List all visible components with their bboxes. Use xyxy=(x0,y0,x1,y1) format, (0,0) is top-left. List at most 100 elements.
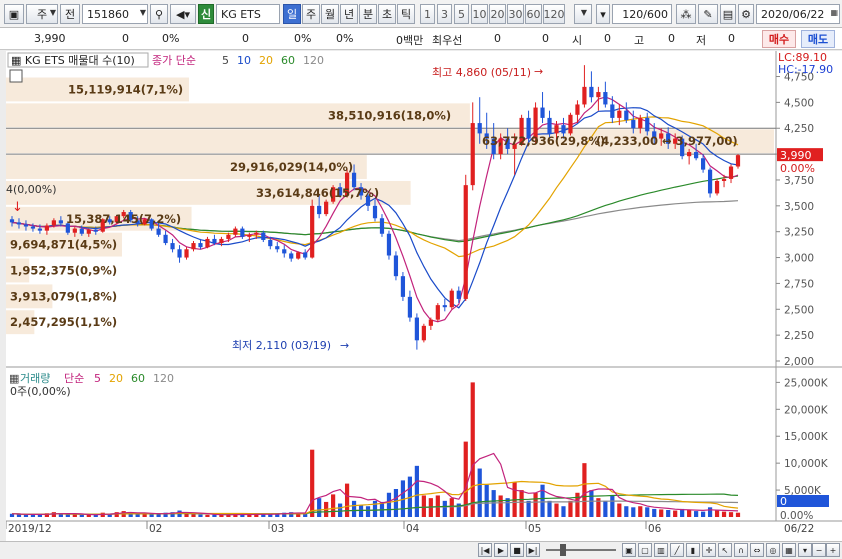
magnet-icon[interactable]: ∩ xyxy=(734,543,748,557)
sell-button[interactable]: 매도 xyxy=(801,30,835,48)
period-tab-2[interactable]: 월 xyxy=(321,4,339,24)
minute-option-30[interactable]: 30 xyxy=(507,4,524,24)
save-icon[interactable]: ▤ xyxy=(720,4,736,24)
scroll-left-icon[interactable]: ▶ xyxy=(494,543,508,557)
arrows-icon[interactable]: ⇔ xyxy=(750,543,764,557)
grid-icon[interactable]: ⁂ xyxy=(676,4,696,24)
volume-bar xyxy=(442,500,447,517)
minute-option-5[interactable]: 5 xyxy=(454,4,469,24)
stop-icon[interactable]: ■ xyxy=(510,543,524,557)
volume-profile-label: 63,772,936(29,8%) xyxy=(482,134,605,148)
period-tab-6[interactable]: 틱 xyxy=(397,4,415,24)
date-field[interactable]: 2020/06/22 ▦ xyxy=(756,4,840,24)
chevron-down-icon[interactable]: ▾ xyxy=(798,543,812,557)
volume-bar xyxy=(421,495,426,517)
ma-legend-20: 20 xyxy=(259,54,273,67)
volume-bar xyxy=(65,514,70,517)
volume-bar xyxy=(37,514,43,517)
speaker-icon[interactable]: ◀▾ xyxy=(170,4,196,24)
high-label: 고 xyxy=(634,34,645,47)
change-3-pct: 0% xyxy=(336,32,354,45)
period-label: 주 xyxy=(36,8,48,21)
volume-panel-title: 거래량 xyxy=(20,372,50,385)
interval-dropdown[interactable]: ▼ xyxy=(574,4,592,24)
scroll-first-icon[interactable]: |◀ xyxy=(478,543,492,557)
layout-icon[interactable]: ▣ xyxy=(622,543,636,557)
chevron-down-icon[interactable]: ▾ xyxy=(596,4,610,24)
volume-bar xyxy=(344,483,350,517)
bars-icon[interactable]: ▮ xyxy=(686,543,700,557)
count-total: /600 xyxy=(643,7,668,21)
search-icon[interactable]: ⚲ xyxy=(150,4,168,24)
candle-body xyxy=(568,114,573,134)
candle-body xyxy=(324,201,329,215)
prev-button[interactable]: 전 xyxy=(60,4,80,24)
chart-area[interactable]: 4,7504,5004,2504,0003,7503,5003,2503,000… xyxy=(5,51,842,541)
window-icon[interactable]: ▣ xyxy=(4,4,24,24)
period-tab-1[interactable]: 주 xyxy=(302,4,320,24)
low-label: 저 xyxy=(696,34,707,47)
low-arrow-icon: → xyxy=(340,339,349,352)
minute-option-120[interactable]: 120 xyxy=(543,4,565,24)
volume-profile-label: 33,614,846(15,7%) xyxy=(256,186,379,200)
period-tab-4[interactable]: 분 xyxy=(359,4,377,24)
vol-legend-prefix: 단순 xyxy=(64,372,84,385)
minute-option-20[interactable]: 20 xyxy=(489,4,506,24)
period-select[interactable]: 주 ▼ xyxy=(26,4,58,24)
volume-bar xyxy=(191,514,196,517)
price-change: 0 xyxy=(122,32,129,45)
minute-option-3[interactable]: 3 xyxy=(437,4,452,24)
volume-pct-label: 0.00% xyxy=(780,510,813,522)
draw-icon[interactable]: ✎ xyxy=(698,4,718,24)
period-tab-5[interactable]: 초 xyxy=(378,4,396,24)
candle-body xyxy=(421,325,426,341)
profile-range-label: (4,233,00 ↔ 3,977,00) xyxy=(596,134,738,148)
candle-body xyxy=(156,228,161,235)
price-change-2: 0 xyxy=(242,32,249,45)
zoom-in-icon[interactable]: + xyxy=(826,543,840,557)
candle-body xyxy=(212,238,217,244)
candle-body xyxy=(247,234,252,237)
price-tick-label: 3,000 xyxy=(784,253,814,265)
volume-bar xyxy=(589,490,594,517)
minute-option-60[interactable]: 60 xyxy=(525,4,542,24)
window-icon[interactable]: ▢ xyxy=(638,543,652,557)
hc-label: HC:-17.90 xyxy=(778,63,833,76)
line-icon[interactable]: ╱ xyxy=(670,543,684,557)
count-field[interactable]: 120/600 xyxy=(612,4,672,24)
volume-bar xyxy=(16,514,22,517)
candle-body xyxy=(198,243,203,248)
buy-button[interactable]: 매수 xyxy=(762,30,796,48)
zoom-out-icon[interactable]: − xyxy=(812,543,826,557)
candle-body xyxy=(51,220,56,226)
high-annotation: 최고 4,860 (05/11) xyxy=(432,66,531,79)
trust-badge: 신 xyxy=(198,4,214,24)
chart-canvas[interactable]: 4,7504,5004,2504,0003,7503,5003,2503,000… xyxy=(5,51,842,541)
zoom-slider-handle[interactable] xyxy=(560,544,566,556)
gear-icon[interactable]: ⚙ xyxy=(738,4,754,24)
settings-icon[interactable]: ◎ xyxy=(766,543,780,557)
crosshair-icon[interactable]: ✛ xyxy=(702,543,716,557)
zoom-slider-track[interactable] xyxy=(546,549,616,551)
volume-bar xyxy=(617,503,622,517)
print-icon[interactable]: ▦ xyxy=(782,543,796,557)
stock-code-value: 151860 xyxy=(87,7,129,21)
cursor-icon[interactable]: ↖ xyxy=(718,543,732,557)
volume-bar xyxy=(603,500,608,517)
period-tab-3[interactable]: 년 xyxy=(340,4,358,24)
candle-icon[interactable]: ▥ xyxy=(654,543,668,557)
scroll-last-icon[interactable]: ▶| xyxy=(526,543,540,557)
candle-body xyxy=(456,290,461,299)
chevron-down-icon: ▼ xyxy=(49,8,56,17)
vol-last-tag: 0 xyxy=(780,495,787,508)
minute-option-10[interactable]: 10 xyxy=(471,4,488,24)
period-tab-0[interactable]: 일 xyxy=(283,4,301,24)
volume-bar xyxy=(659,509,664,517)
stock-code-input[interactable]: 151860 ▼ xyxy=(82,4,148,24)
candle-body xyxy=(435,305,440,320)
candle-body xyxy=(30,226,36,229)
volume-bar xyxy=(386,492,392,517)
volume-bar xyxy=(666,510,671,517)
minute-option-1[interactable]: 1 xyxy=(420,4,435,24)
volume-bar xyxy=(393,489,399,517)
